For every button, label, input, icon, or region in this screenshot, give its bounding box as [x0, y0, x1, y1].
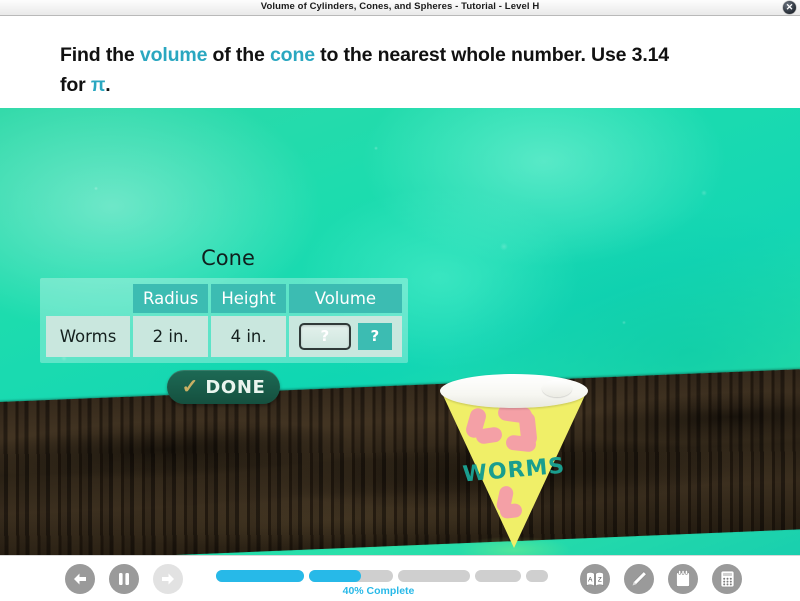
forward-button[interactable]	[153, 564, 183, 594]
cone-rim-tab	[542, 380, 572, 397]
progress-segment	[526, 570, 548, 582]
question-part-2: of the	[207, 44, 270, 66]
cone-illustration: WORMS	[434, 360, 594, 555]
svg-text:Z: Z	[598, 576, 602, 583]
svg-text:A: A	[588, 576, 593, 583]
question-part-5: .	[105, 74, 111, 96]
progress-segment	[216, 570, 304, 582]
cell-height-value: 4 in.	[211, 316, 286, 357]
pencil-button[interactable]	[624, 564, 654, 594]
pause-icon	[119, 573, 129, 585]
cell-radius-value: 2 in.	[133, 316, 209, 357]
progress-segment-fill	[309, 570, 362, 582]
progress-segment	[309, 570, 393, 582]
wood-table-surface	[0, 367, 800, 555]
close-icon[interactable]: ✕	[783, 1, 796, 14]
table-header-row: Radius Height Volume	[46, 284, 402, 313]
progress-segment	[475, 570, 521, 582]
table-corner-cell	[46, 284, 130, 313]
arrow-right-icon	[162, 573, 174, 585]
cone-body: WORMS	[434, 374, 594, 550]
cell-volume: ? ?	[288, 316, 402, 357]
arrow-left-icon	[74, 573, 86, 585]
volume-answer-input[interactable]: ?	[298, 323, 351, 350]
calculator-button[interactable]	[712, 564, 742, 594]
glossary-button[interactable]: A Z	[580, 564, 610, 594]
measurements-table: Radius Height Volume Worms 2 in. 4 in. ?…	[40, 278, 408, 363]
pencil-icon	[632, 571, 647, 586]
bottom-toolbar: 40% Complete A Z	[0, 555, 800, 601]
pause-button[interactable]	[109, 564, 139, 594]
question-text: Find the volume of the cone to the neare…	[60, 40, 750, 101]
done-button[interactable]: ✓ DONE	[167, 370, 280, 404]
window-title-bar: Volume of Cylinders, Cones, and Spheres …	[0, 0, 800, 16]
table-caption: Cone	[201, 246, 255, 270]
column-header-radius: Radius	[133, 284, 209, 313]
volume-hint-button[interactable]: ?	[357, 323, 392, 350]
progress-label: 40% Complete	[342, 585, 415, 597]
calculator-icon	[720, 570, 734, 588]
notepad-icon	[676, 570, 690, 587]
question-part-4: for	[60, 74, 91, 96]
row-label-worms: Worms	[46, 316, 130, 357]
check-icon: ✓	[181, 376, 199, 398]
question-keyword-cone: cone	[269, 44, 315, 66]
progress-bar[interactable]	[216, 570, 548, 582]
question-part-1: Find the	[60, 44, 140, 66]
progress-segment-fill	[216, 570, 304, 582]
question-panel: Find the volume of the cone to the neare…	[0, 16, 800, 108]
column-header-height: Height	[211, 284, 286, 313]
pi-symbol: π	[90, 75, 106, 96]
activity-stage: WORMS Cone Radius Height Volume Worms 2 …	[0, 108, 800, 555]
question-keyword-volume: volume	[139, 44, 208, 66]
back-button[interactable]	[65, 564, 95, 594]
done-button-label: DONE	[205, 376, 266, 398]
table-row: Worms 2 in. 4 in. ? ?	[46, 316, 402, 357]
column-header-volume: Volume	[288, 284, 402, 313]
question-part-3: to the nearest whole number. Use 3.14	[314, 44, 669, 66]
progress-segment	[398, 570, 470, 582]
window-title: Volume of Cylinders, Cones, and Spheres …	[260, 1, 540, 12]
notepad-button[interactable]	[668, 564, 698, 594]
glossary-icon: A Z	[586, 571, 604, 587]
